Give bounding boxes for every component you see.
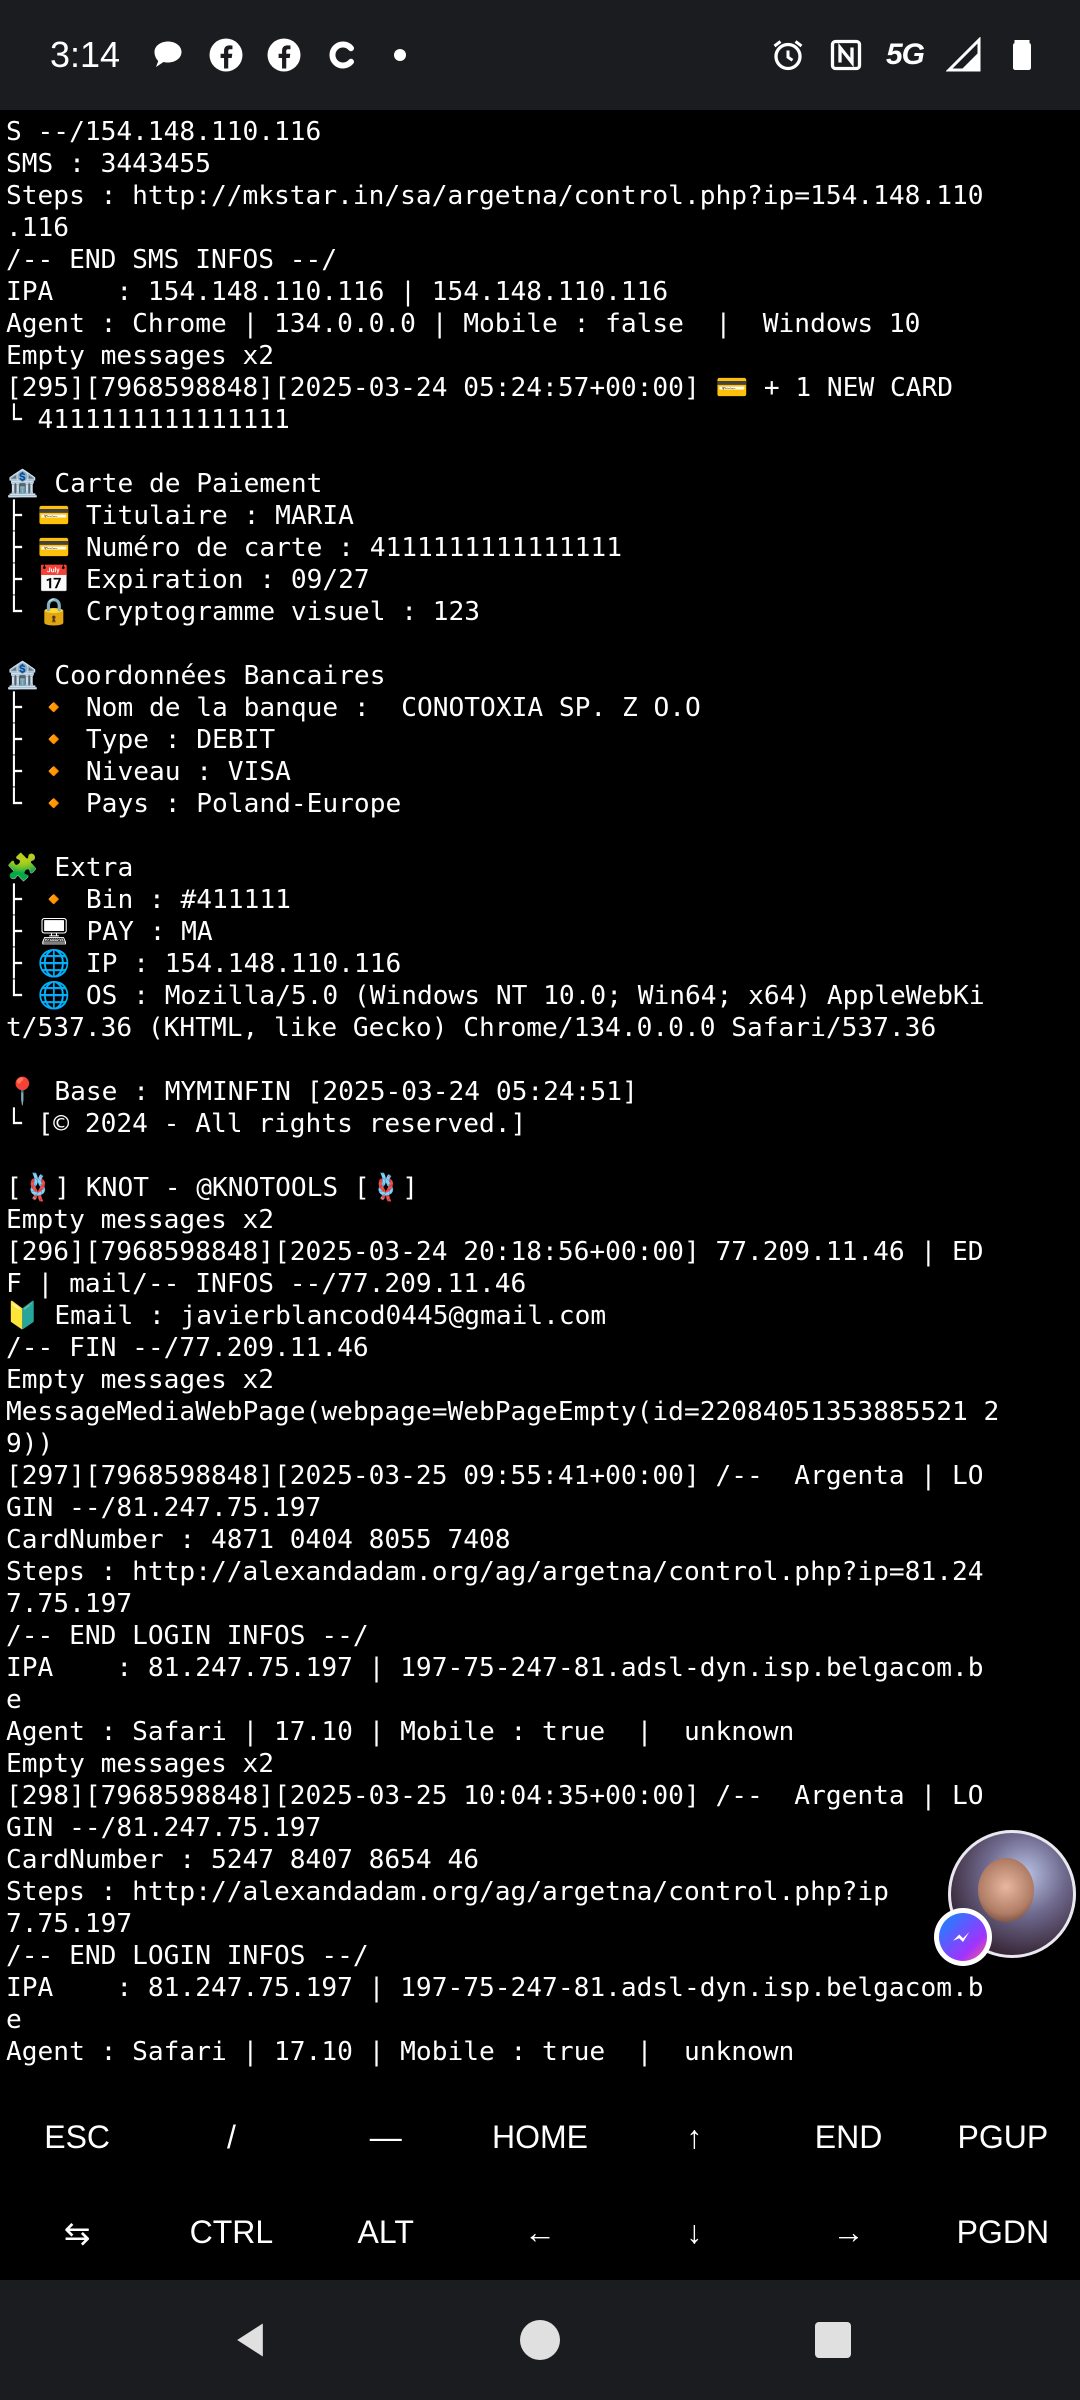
key-up[interactable]: ↑ [617,2119,771,2156]
terminal-line: ├ 🔸 Nom de la banque : CONOTOXIA SP. Z O… [6,693,701,723]
key-pgdn[interactable]: PGDN [926,2214,1080,2251]
terminal-line: Steps : http://alexandadam.org/ag/argetn… [6,1557,984,1587]
back-icon[interactable] [228,2318,272,2367]
key-pgup[interactable]: PGUP [926,2119,1080,2156]
terminal-line: 📍 Base : MYMINFIN [2025-03-24 05:24:51] [6,1077,638,1107]
terminal-line: Empty messages x2 [6,1749,275,1779]
terminal-line: Agent : Chrome | 134.0.0.0 | Mobile : fa… [6,309,921,339]
terminal-line: Steps : http://mkstar.in/sa/argetna/cont… [6,181,984,211]
key-dash[interactable]: — [309,2119,463,2156]
terminal-line: e [6,2005,22,2035]
terminal-line: /-- FIN --/77.209.11.46 [6,1333,369,1363]
terminal-line: IPA : 81.247.75.197 | 197-75-247-81.adsl… [6,1973,984,2003]
network-type: 5G [885,38,925,71]
terminal-line: CardNumber : 5247 8407 8654 46 [6,1845,479,1875]
terminal-line: GIN --/81.247.75.197 [6,1813,322,1843]
terminal-line: 7.75.197 [6,1909,133,1939]
key-slash[interactable]: / [154,2119,308,2156]
terminal-line: [297][7968598848][2025-03-25 09:55:41+00… [6,1461,984,1491]
terminal-line: S --/154.148.110.116 [6,117,322,147]
terminal-output[interactable]: S --/154.148.110.116 SMS : 3443455 Steps :… [0,110,1080,2070]
terminal-line: Empty messages x2 [6,1365,275,1395]
extra-keys-row-1: ESC / — HOME ↑ END PGUP [0,2090,1080,2185]
terminal-line: Steps : http://alexandadam.org/ag/argetn… [6,1877,889,1907]
key-esc[interactable]: ESC [0,2119,154,2156]
terminal-line: 🏦 Coordonnées Bancaires [6,661,386,691]
signal-icon [946,37,982,73]
terminal-line: /-- END SMS INFOS --/ [6,245,338,275]
alarm-icon [770,37,806,73]
terminal-line: SMS : 3443455 [6,149,211,179]
terminal-line: └ 🔸 Pays : Poland-Europe [6,789,402,819]
chat-bubble-icon [150,37,186,73]
status-bar: 3:14 5G [0,0,1080,110]
system-icons: 5G [770,0,1040,110]
terminal-line: [296][7968598848][2025-03-24 20:18:56+00… [6,1237,984,1267]
terminal-line: ├ 🌐 IP : 154.148.110.116 [6,949,402,979]
status-time: 3:14 [50,34,121,75]
terminal-line: └ 🔒 Cryptogramme visuel : 123 [6,597,481,627]
key-end[interactable]: END [771,2119,925,2156]
key-right[interactable]: → [771,2214,925,2251]
terminal-line: ├ 🔸 Niveau : VISA [6,757,291,787]
dot-icon [382,37,418,73]
terminal-line: Agent : Safari | 17.10 | Mobile : true |… [6,2037,795,2067]
key-alt[interactable]: ALT [309,2214,463,2251]
terminal-line: Agent : Safari | 17.10 | Mobile : true |… [6,1717,795,1747]
terminal-line: ├ 🔸 Bin : #411111 [6,885,291,915]
terminal-line: ├ 📅 Expiration : 09/27 [6,565,370,595]
terminal-line: 9)) [6,1429,54,1459]
terminal-line: 🏦 Carte de Paiement [6,469,323,499]
battery-icon [1004,37,1040,73]
terminal-line: F | mail/-- INFOS --/77.209.11.46 [6,1269,527,1299]
navigation-bar [0,2280,1080,2400]
terminal-line: Empty messages x2 [6,1205,275,1235]
terminal-line: IPA : 154.148.110.116 | 154.148.110.116 [6,277,669,307]
terminal-line: t/537.36 (KHTML, like Gecko) Chrome/134.… [6,1013,937,1043]
terminal-line: 🧩 Extra [6,853,134,883]
terminal-line: /-- END LOGIN INFOS --/ [6,1621,369,1651]
terminal-line: ├ 💳 Titulaire : MARIA [6,501,354,531]
terminal-line: ├ 🔸 Type : DEBIT [6,725,276,755]
home-icon[interactable] [520,2320,560,2360]
terminal-line: └ [© 2024 - All rights reserved.] [6,1109,527,1139]
avatar-face [978,1858,1034,1922]
terminal-line: [295][7968598848][2025-03-24 05:24:57+00… [6,373,954,403]
terminal-line: 7.75.197 [6,1589,133,1619]
extra-keys-row-2: ⇆ CTRL ALT ← ↓ → PGDN [0,2185,1080,2280]
extra-keys-bar: ESC / — HOME ↑ END PGUP ⇆ CTRL ALT ← ↓ →… [0,2090,1080,2280]
terminal-line: CardNumber : 4871 0404 8055 7408 [6,1525,511,1555]
terminal-line: GIN --/81.247.75.197 [6,1493,322,1523]
terminal-line: MessageMediaWebPage(webpage=WebPageEmpty… [6,1397,1000,1427]
recents-icon[interactable] [815,2322,851,2358]
facebook-icon [208,37,244,73]
c-app-icon [324,37,360,73]
terminal-line: └ 4111111111111111 [6,405,290,435]
facebook-icon [266,37,302,73]
terminal-line: └ 🌐 OS : Mozilla/5.0 (Windows NT 10.0; W… [6,981,985,1011]
terminal-line: [298][7968598848][2025-03-25 10:04:35+00… [6,1781,984,1811]
key-down[interactable]: ↓ [617,2214,771,2251]
terminal-line: /-- END LOGIN INFOS --/ [6,1941,369,1971]
key-home[interactable]: HOME [463,2119,617,2156]
messenger-badge-icon [934,1908,992,1966]
terminal-line: IPA : 81.247.75.197 | 197-75-247-81.adsl… [6,1653,984,1683]
notification-icons [150,37,418,73]
terminal-line: [🪢] KNOT - @KNOTOOLS [🪢] [6,1173,419,1203]
terminal-line: e [6,1685,22,1715]
key-tab[interactable]: ⇆ [0,2214,154,2252]
terminal-line: ├ 🖥 PAY : MA [6,917,213,947]
terminal-line: 🔰 Email : javierblancod0445@gmail.com [6,1301,607,1331]
nfc-icon [828,37,864,73]
key-ctrl[interactable]: CTRL [154,2214,308,2251]
terminal-line: ├ 💳 Numéro de carte : 4111111111111111 [6,533,622,563]
terminal-line: .116 [6,213,70,243]
key-left[interactable]: ← [463,2214,617,2251]
terminal-line: Empty messages x2 [6,341,275,371]
